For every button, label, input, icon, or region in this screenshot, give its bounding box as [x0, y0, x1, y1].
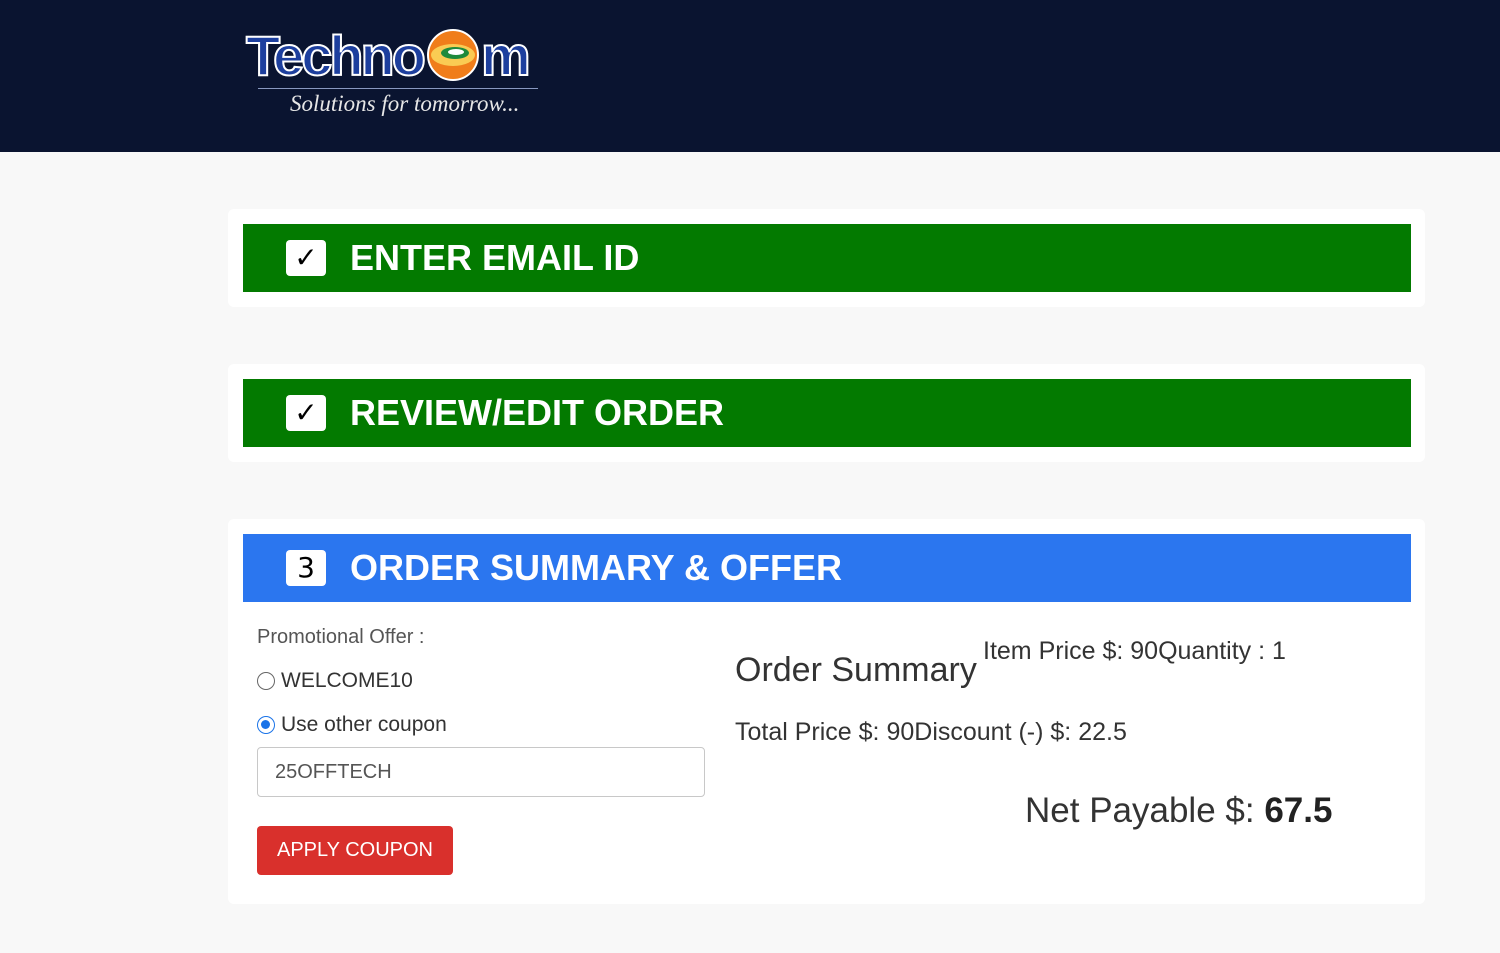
promotional-offer-label: Promotional Offer : — [257, 626, 425, 648]
coupon-option-other[interactable]: Use other coupon — [257, 713, 447, 737]
radio-welcome10[interactable] — [257, 672, 275, 690]
order-summary-title: Order Summary — [735, 651, 977, 689]
net-payable: Net Payable $: 67.5 — [1025, 791, 1332, 831]
checkmark-icon: ✓ — [286, 240, 326, 276]
logo-orb-icon — [426, 29, 479, 81]
step-review-card: ✓ REVIEW/EDIT ORDER — [228, 364, 1425, 462]
discount-label: Discount (-) $: — [914, 718, 1079, 746]
item-price-label: Item Price $: — [983, 637, 1131, 665]
net-payable-value: 67.5 — [1264, 791, 1333, 830]
step-email-card: ✓ ENTER EMAIL ID — [228, 209, 1425, 307]
logo-text-part1: Techno — [245, 23, 427, 88]
discount-value: 22.5 — [1078, 718, 1127, 746]
item-price-value: 90 — [1130, 637, 1159, 665]
coupon-code-input[interactable] — [257, 747, 705, 797]
step-email-header[interactable]: ✓ ENTER EMAIL ID — [243, 224, 1411, 292]
net-payable-label: Net Payable $: — [1025, 791, 1265, 830]
logo-text-part2: m — [480, 23, 532, 88]
step-review-header[interactable]: ✓ REVIEW/EDIT ORDER — [243, 379, 1411, 447]
step-review-title: REVIEW/EDIT ORDER — [350, 392, 725, 433]
step-number-badge: 3 — [286, 550, 326, 586]
quantity-label: Quantity : — [1158, 637, 1273, 665]
total-price-label: Total Price $: — [735, 718, 887, 746]
apply-coupon-button[interactable]: APPLY COUPON — [257, 826, 453, 875]
checkmark-icon: ✓ — [286, 395, 326, 431]
site-header: Techno m Solutions for tomorrow... — [0, 0, 1500, 152]
quantity-value: 1 — [1272, 637, 1286, 665]
step-summary-title: ORDER SUMMARY & OFFER — [350, 547, 843, 588]
step-summary-header: 3 ORDER SUMMARY & OFFER — [243, 534, 1411, 602]
coupon-option-label: Use other coupon — [281, 713, 447, 736]
coupon-option-label: WELCOME10 — [281, 669, 413, 692]
radio-other-coupon[interactable] — [257, 716, 275, 734]
step-summary-card: 3 ORDER SUMMARY & OFFER Promotional Offe… — [228, 519, 1425, 904]
total-discount-line: Total Price $: 90Discount (-) $: 22.5 — [735, 718, 1127, 747]
logo-tagline: Solutions for tomorrow... — [290, 91, 520, 116]
technocom-logo[interactable]: Techno m Solutions for tomorrow... — [245, 23, 546, 124]
step-email-title: ENTER EMAIL ID — [350, 237, 640, 278]
coupon-option-welcome10[interactable]: WELCOME10 — [257, 669, 413, 693]
logo-wordmark: Techno m — [245, 23, 532, 88]
total-price-value: 90 — [886, 718, 915, 746]
item-price-quantity-line: Item Price $: 90Quantity : 1 — [983, 637, 1286, 666]
